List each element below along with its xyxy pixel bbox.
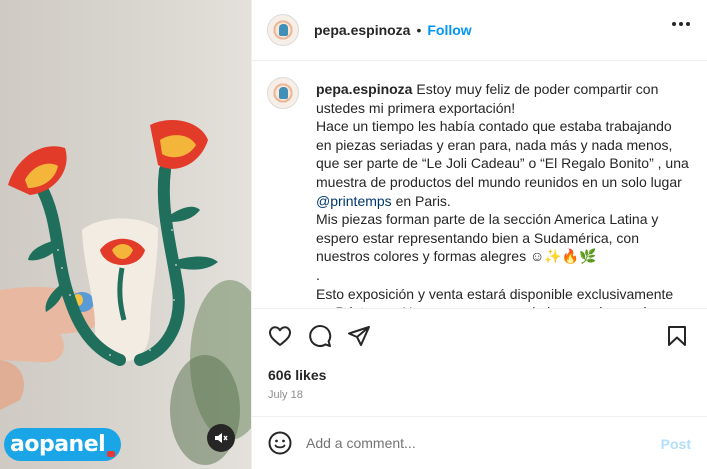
action-bar xyxy=(252,310,707,360)
post-header: pepa.espinoza • Follow xyxy=(252,0,707,61)
instagram-post: aopanel pepa.espinoza • Follow pepa.espi… xyxy=(0,0,707,469)
likes-count[interactable]: 606 likes xyxy=(268,367,326,383)
ceramic-vase-photo xyxy=(0,120,251,465)
author-avatar[interactable] xyxy=(267,14,299,46)
caption-paragraph-1: pepa.espinoza Estoy muy feliz de poder c… xyxy=(316,80,691,117)
post-media[interactable]: aopanel xyxy=(0,0,251,469)
mute-button[interactable] xyxy=(207,424,235,452)
post-comment-button[interactable]: Post xyxy=(661,436,691,452)
heart-icon xyxy=(269,326,291,346)
comment-bar: Post xyxy=(252,416,707,469)
caption-line-2: Hace un tiempo les había contado que est… xyxy=(316,118,689,190)
caption-author-avatar[interactable] xyxy=(267,77,299,109)
post-details-panel: pepa.espinoza • Follow pepa.espinoza Est… xyxy=(251,0,707,469)
watermark-dot xyxy=(107,450,116,457)
bookmark-icon xyxy=(668,326,686,346)
save-button[interactable] xyxy=(665,324,689,351)
author-username[interactable]: pepa.espinoza xyxy=(314,22,410,38)
follow-button[interactable]: Follow xyxy=(427,22,471,38)
share-icon xyxy=(348,326,370,346)
caption-line-2-end: en Paris. xyxy=(391,192,451,209)
like-button[interactable] xyxy=(268,324,292,351)
share-button[interactable] xyxy=(347,324,371,351)
aopanel-watermark-logo: aopanel xyxy=(4,428,122,461)
caption-text: pepa.espinoza Estoy muy feliz de poder c… xyxy=(316,80,691,308)
comment-icon xyxy=(309,325,332,347)
muted-speaker-icon xyxy=(215,433,228,443)
caption-paragraph-4: . xyxy=(316,266,320,283)
more-options-icon[interactable] xyxy=(672,22,690,26)
post-date[interactable]: July 18 xyxy=(268,389,303,401)
caption-mention-link[interactable]: @printemps xyxy=(316,193,392,209)
watermark-text: aopanel xyxy=(10,432,106,457)
caption-username[interactable]: pepa.espinoza xyxy=(316,81,412,97)
emoji-icon[interactable] xyxy=(268,431,292,455)
caption-paragraph-5: Esto exposición y venta estará disponibl… xyxy=(316,285,674,308)
comment-input[interactable] xyxy=(306,435,636,451)
caption-section[interactable]: pepa.espinoza Estoy muy feliz de poder c… xyxy=(252,62,707,309)
caption-paragraph-3: Mis piezas forman parte de la sección Am… xyxy=(316,211,659,265)
comment-button[interactable] xyxy=(308,324,332,351)
caption-paragraph-2: Hace un tiempo les había contado que est… xyxy=(316,117,691,210)
header-separator: • xyxy=(416,22,422,38)
